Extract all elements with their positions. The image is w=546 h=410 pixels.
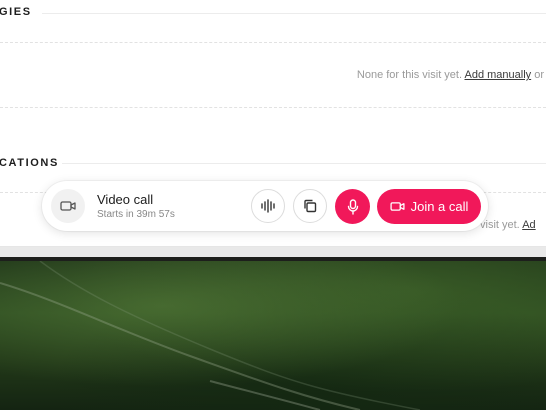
allergies-empty-state: None for this visit yet. Add manually or (357, 69, 544, 81)
copy-link-button[interactable] (293, 189, 327, 223)
copy-icon (304, 199, 317, 213)
waveform-icon (261, 199, 275, 213)
medications-title-rule (62, 163, 546, 164)
audio-settings-button[interactable] (251, 189, 285, 223)
allergies-title-rule (42, 13, 546, 14)
join-call-button[interactable]: Join a call (377, 189, 481, 224)
video-call-badge (51, 189, 85, 223)
microphone-icon (347, 198, 358, 215)
page-bottom-shadow (0, 247, 546, 257)
call-countdown: Starts in 39m 57s (97, 209, 175, 220)
medications-empty-text: visit yet. (480, 219, 520, 231)
divider (0, 107, 546, 108)
join-call-label: Join a call (410, 199, 469, 214)
call-title: Video call (97, 192, 154, 207)
medications-add-link[interactable]: Ad (522, 219, 535, 231)
microphone-button[interactable] (335, 189, 370, 224)
allergies-or-text: or (534, 69, 544, 81)
medications-section-title: CATIONS (0, 157, 59, 169)
allergies-empty-text: None for this visit yet. (356, 69, 463, 81)
divider (0, 42, 546, 43)
video-call-bar: Video call Starts in 39m 57s Join a call (42, 181, 488, 231)
video-camera-icon (390, 202, 405, 211)
allergies-add-manually-link[interactable]: Add manually (465, 69, 532, 81)
allergies-section-title: GIES (0, 6, 32, 18)
medications-empty-state: visit yet. Ad (480, 219, 536, 231)
background-landscape-image (0, 261, 546, 410)
video-camera-icon (60, 201, 76, 211)
